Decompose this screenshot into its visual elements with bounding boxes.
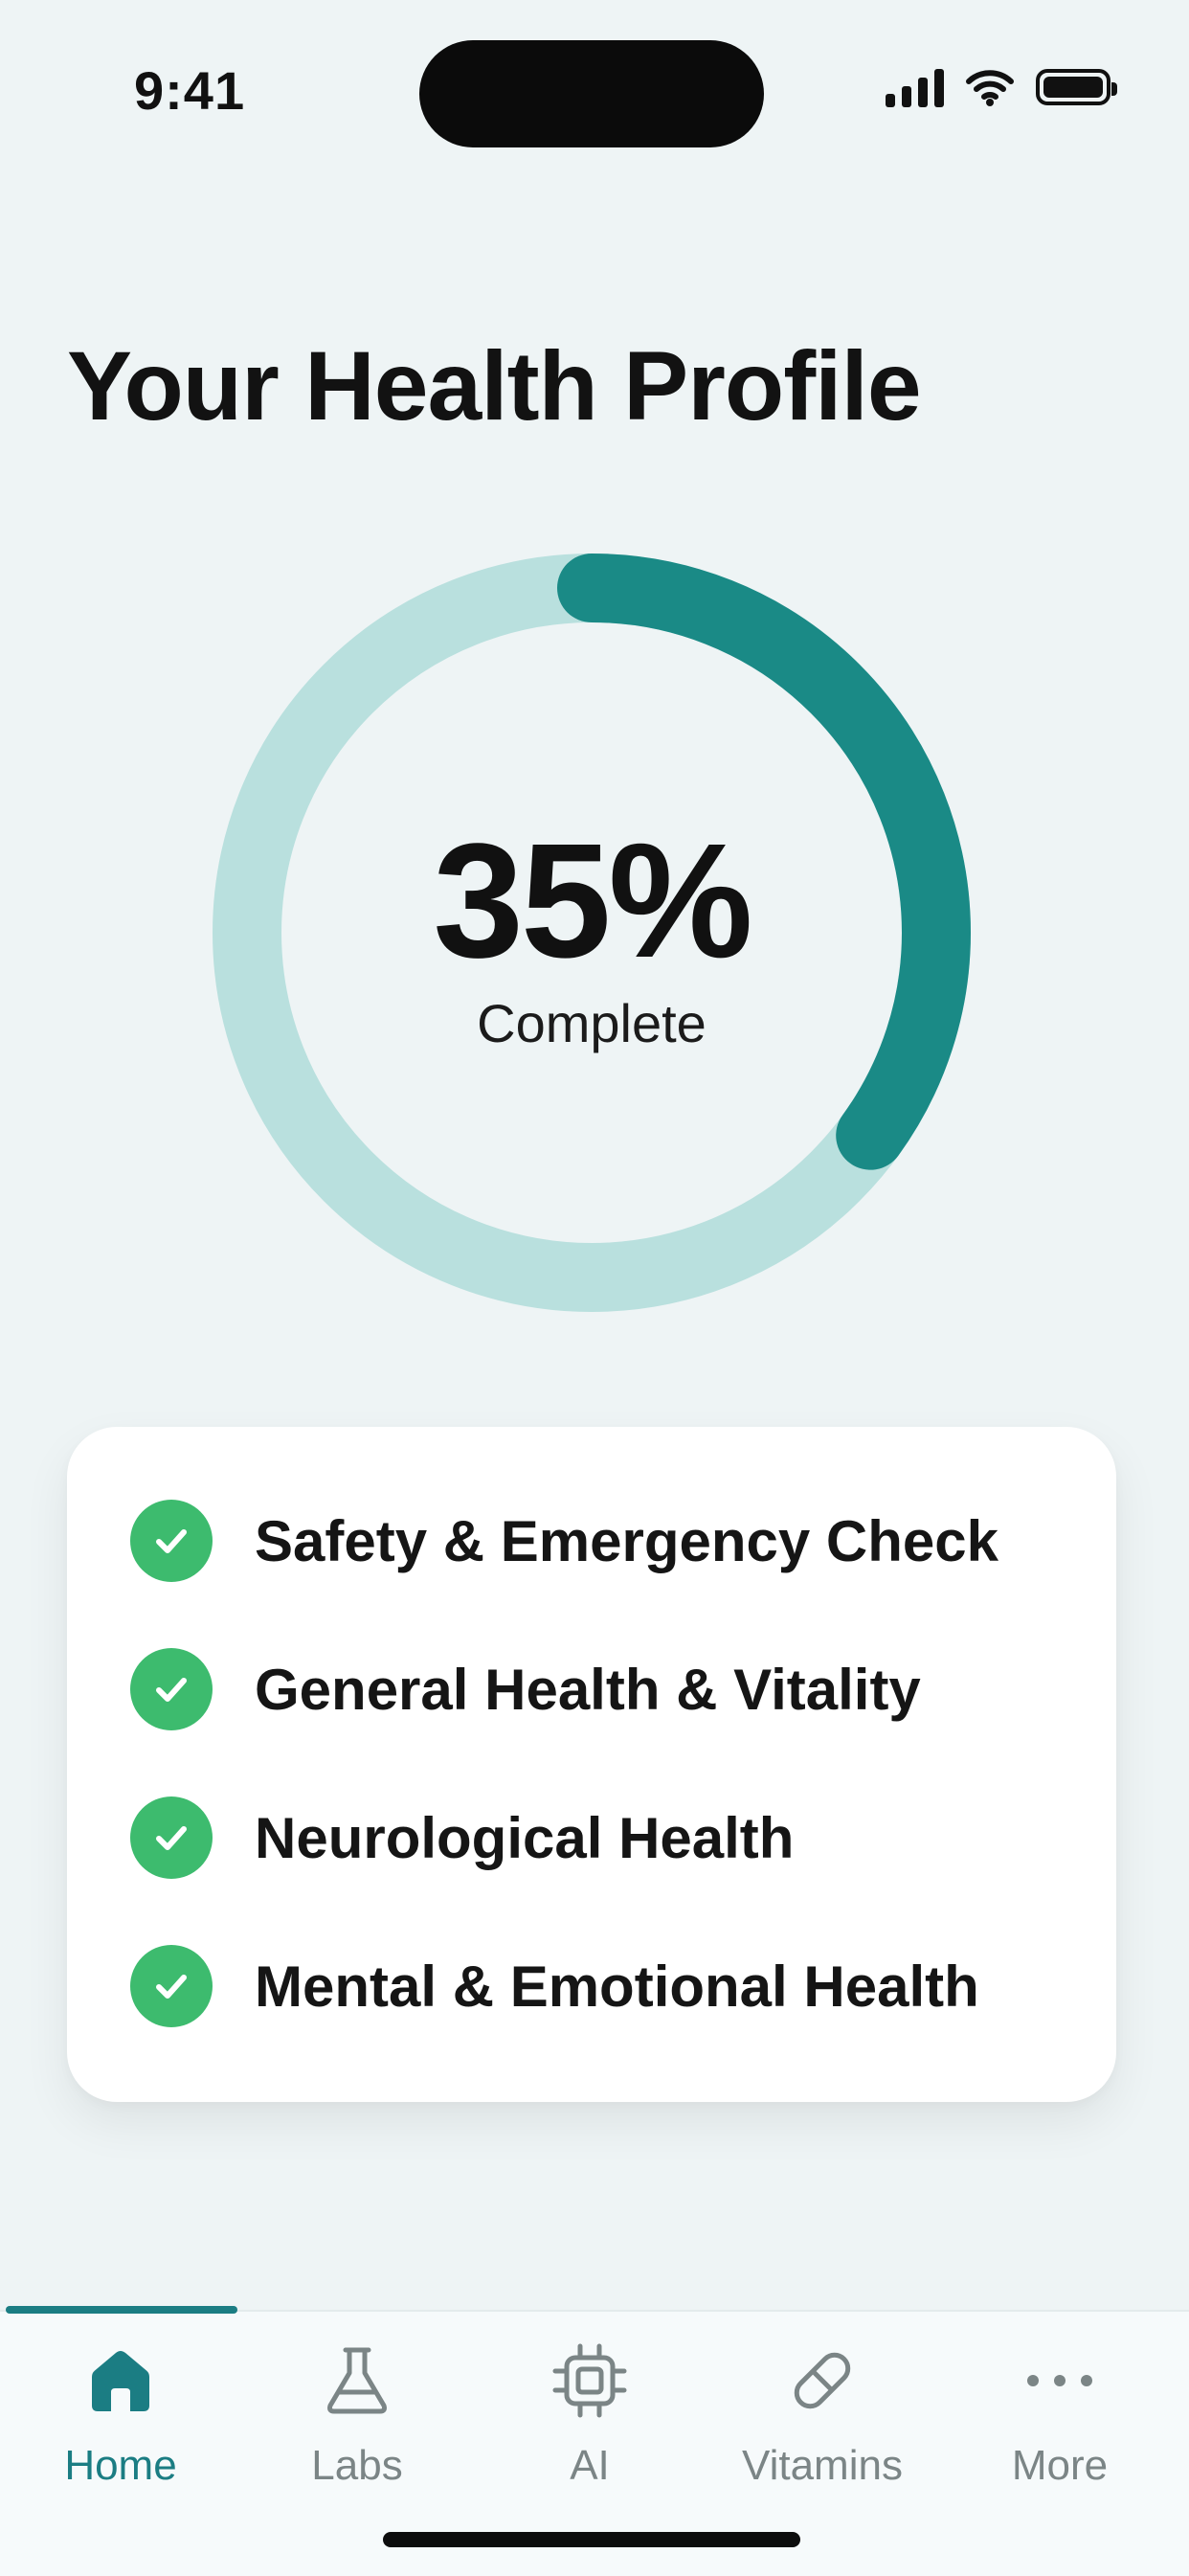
- tab-vitamins[interactable]: Vitamins: [717, 2339, 928, 2501]
- checklist-item-safety[interactable]: Safety & Emergency Check: [130, 1498, 998, 1584]
- checklist-item-label: Mental & Emotional Health: [255, 1954, 979, 2019]
- flask-icon: [315, 2339, 399, 2423]
- more-dots-icon: [1018, 2339, 1102, 2423]
- checkmark-circle-icon: [130, 1796, 213, 1879]
- tab-label: AI: [570, 2442, 610, 2489]
- home-indicator: [383, 2532, 800, 2547]
- dynamic-island: [419, 40, 764, 147]
- checklist-item-mental-emotional[interactable]: Mental & Emotional Health: [130, 1943, 979, 2029]
- checklist-item-label: Neurological Health: [255, 1805, 795, 1870]
- tab-labs[interactable]: Labs: [252, 2339, 462, 2501]
- pill-icon: [780, 2339, 864, 2423]
- tab-label: Labs: [311, 2442, 403, 2489]
- checkmark-circle-icon: [130, 1945, 213, 2027]
- checkmark-circle-icon: [130, 1648, 213, 1730]
- checklist-item-label: Safety & Emergency Check: [255, 1508, 999, 1573]
- progress-percent: 35%: [433, 810, 752, 992]
- checklist-item-general-health[interactable]: General Health & Vitality: [130, 1646, 921, 1732]
- tab-label: Home: [64, 2442, 177, 2489]
- home-icon: [79, 2339, 163, 2423]
- progress-caption: Complete: [477, 993, 707, 1053]
- tab-ai[interactable]: AI: [484, 2339, 695, 2501]
- profile-progress-ring: 35% Complete: [213, 554, 971, 1312]
- health-sections-card: Safety & Emergency Check General Health …: [67, 1427, 1116, 2102]
- cellular-signal-icon: [886, 67, 944, 107]
- wifi-icon: [966, 70, 1014, 106]
- tab-more[interactable]: More: [954, 2339, 1165, 2501]
- active-tab-indicator: [6, 2306, 237, 2314]
- checklist-item-label: General Health & Vitality: [255, 1657, 921, 1722]
- tab-label: More: [1011, 2442, 1109, 2489]
- checklist-item-neurological[interactable]: Neurological Health: [130, 1795, 794, 1881]
- checkmark-circle-icon: [130, 1500, 213, 1582]
- chip-icon: [548, 2339, 632, 2423]
- status-time: 9:41: [134, 60, 246, 121]
- tab-label: Vitamins: [742, 2442, 903, 2489]
- status-bar: 9:41: [0, 0, 1189, 182]
- battery-icon: [1036, 69, 1117, 105]
- tab-home[interactable]: Home: [15, 2339, 226, 2501]
- status-icons: [886, 67, 1117, 107]
- page-title: Your Health Profile: [67, 331, 922, 441]
